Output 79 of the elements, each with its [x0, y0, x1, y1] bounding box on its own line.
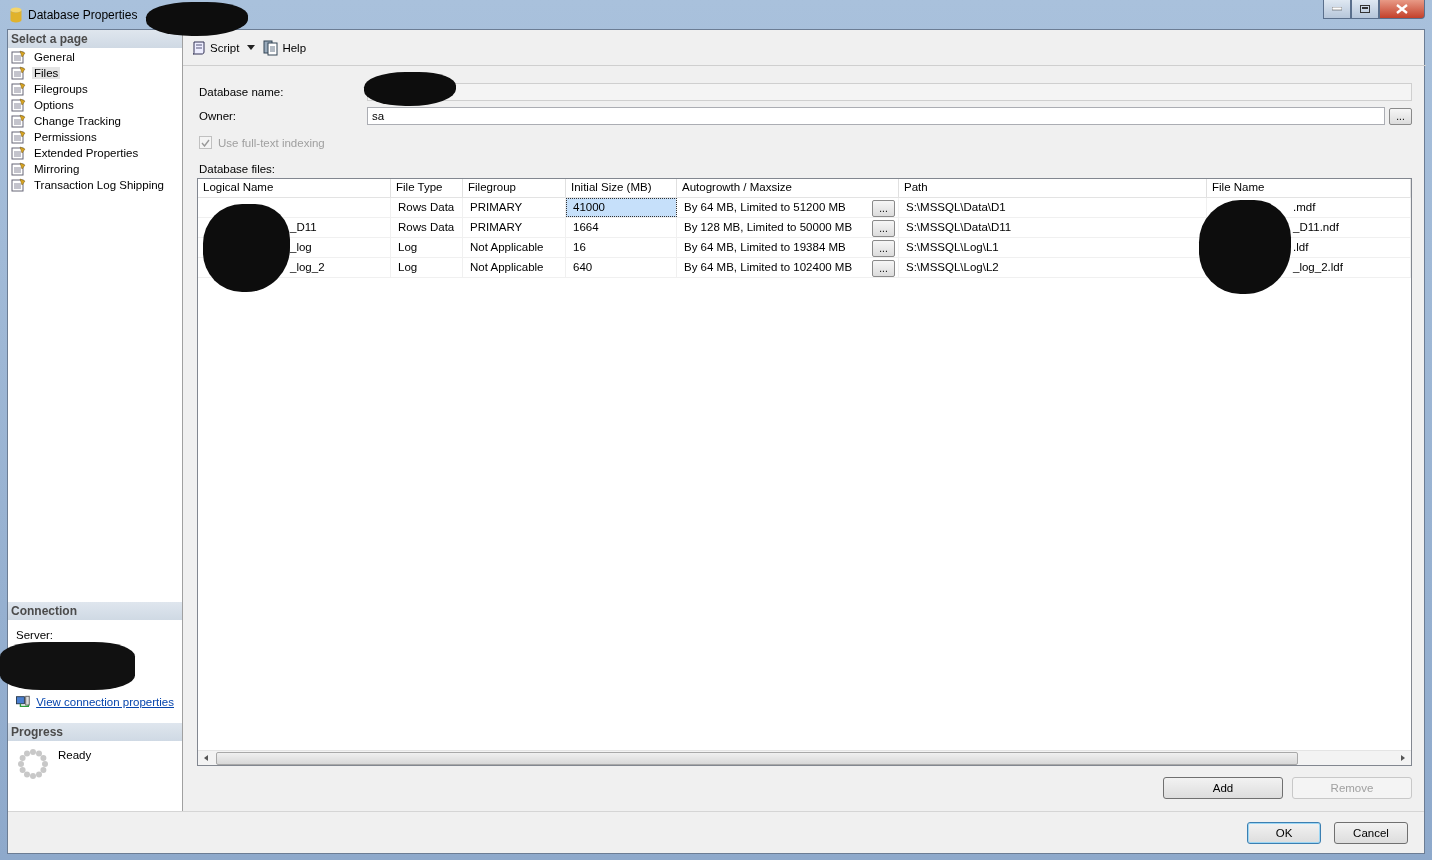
scroll-left-icon[interactable]: [202, 754, 210, 762]
page-icon: [11, 146, 27, 160]
page-item[interactable]: Extended Properties: [32, 147, 141, 159]
page-item[interactable]: General: [32, 51, 77, 63]
page-icon: [11, 114, 27, 128]
dialog-button[interactable]: OK: [1247, 821, 1321, 844]
checkbox-label: Use full-text indexing: [218, 136, 325, 149]
column-header[interactable]: Initial Size (MB): [566, 179, 677, 197]
close-button[interactable]: [1379, 0, 1425, 19]
dialog-button[interactable]: Cancel: [1334, 821, 1408, 844]
page-item[interactable]: Filegroups: [32, 83, 90, 95]
table-cell: Not Applicable: [463, 238, 566, 257]
table-cell[interactable]: 640: [566, 258, 677, 277]
connection-properties-link[interactable]: View connection properties: [36, 696, 174, 708]
table-cell[interactable]: 41000: [566, 198, 677, 217]
page-item[interactable]: Permissions: [32, 131, 99, 143]
field-label: Owner:: [198, 110, 238, 122]
table-cell: Rows Data: [391, 198, 463, 217]
page-icon: [11, 98, 27, 112]
table-cell[interactable]: 1664: [566, 218, 677, 237]
page-icon: [11, 178, 27, 192]
action-button[interactable]: Add: [1163, 777, 1283, 799]
table-cell: By 64 MB, Limited to 19384 MB: [684, 241, 846, 253]
column-header[interactable]: File Name: [1207, 179, 1411, 197]
grid-label: Database files:: [198, 163, 277, 175]
table-cell: By 64 MB, Limited to 51200 MB: [684, 201, 846, 213]
browse-button[interactable]: ...: [1389, 107, 1412, 125]
column-header[interactable]: Filegroup: [463, 179, 566, 197]
browse-button[interactable]: ...: [872, 260, 895, 277]
column-header[interactable]: Logical Name: [198, 179, 391, 197]
table-cell: By 128 MB, Limited to 50000 MB: [684, 221, 853, 233]
page-icon: [11, 66, 27, 80]
page-item[interactable]: Transaction Log Shipping: [32, 179, 166, 191]
section-header: Select a page: [8, 30, 182, 48]
table-cell[interactable]: 16: [566, 238, 677, 257]
caret-icon[interactable]: [247, 45, 256, 50]
browse-button[interactable]: ...: [872, 220, 895, 237]
column-header[interactable]: File Type: [391, 179, 463, 197]
database-icon: [10, 6, 22, 23]
page-item[interactable]: Files: [32, 67, 61, 79]
page-icon: [11, 50, 27, 64]
scroll-icon: [191, 39, 207, 56]
close-icon: [1396, 4, 1408, 14]
database-name-field[interactable]: [367, 83, 1412, 101]
scrollbar-thumb[interactable]: [216, 751, 1298, 765]
scroll-right-icon[interactable]: [1399, 754, 1407, 762]
page-icon: [11, 162, 27, 176]
section-header: Progress: [8, 723, 182, 741]
help-button[interactable]: Help: [261, 39, 309, 56]
computer-icon: [16, 695, 31, 709]
table-cell: Not Applicable: [463, 258, 566, 277]
page-item[interactable]: Mirroring: [32, 163, 82, 175]
table-cell: PRIMARY: [463, 218, 566, 237]
server-label: Server:: [16, 629, 55, 641]
document-icon: [263, 39, 280, 56]
horizontal-scrollbar[interactable]: [198, 750, 1411, 765]
table-cell: Rows Data: [391, 218, 463, 237]
page-item[interactable]: Change Tracking: [32, 115, 123, 127]
page-icon: [11, 82, 27, 96]
browse-button[interactable]: ...: [872, 200, 895, 217]
table-cell: Log: [391, 238, 463, 257]
column-header[interactable]: Autogrowth / Maxsize: [677, 179, 899, 197]
window-title: Database Properties: [28, 7, 138, 22]
table-cell: By 64 MB, Limited to 102400 MB: [684, 261, 853, 273]
page-item[interactable]: Options: [32, 99, 76, 111]
minimize-icon: [1332, 7, 1342, 11]
section-header: Connection: [8, 602, 182, 620]
spinner-icon: [18, 749, 48, 779]
page-icon: [11, 130, 27, 144]
browse-button[interactable]: ...: [872, 240, 895, 257]
field-label: Database name:: [198, 86, 285, 98]
owner-field[interactable]: sa: [367, 107, 1385, 125]
column-header[interactable]: Path: [899, 179, 1207, 197]
table-cell: Log: [391, 258, 463, 277]
maximize-icon: [1360, 5, 1370, 13]
progress-status: Ready: [58, 749, 92, 763]
minimize-button[interactable]: [1323, 0, 1351, 19]
script-button[interactable]: Script: [189, 39, 242, 56]
maximize-button[interactable]: [1351, 0, 1379, 19]
